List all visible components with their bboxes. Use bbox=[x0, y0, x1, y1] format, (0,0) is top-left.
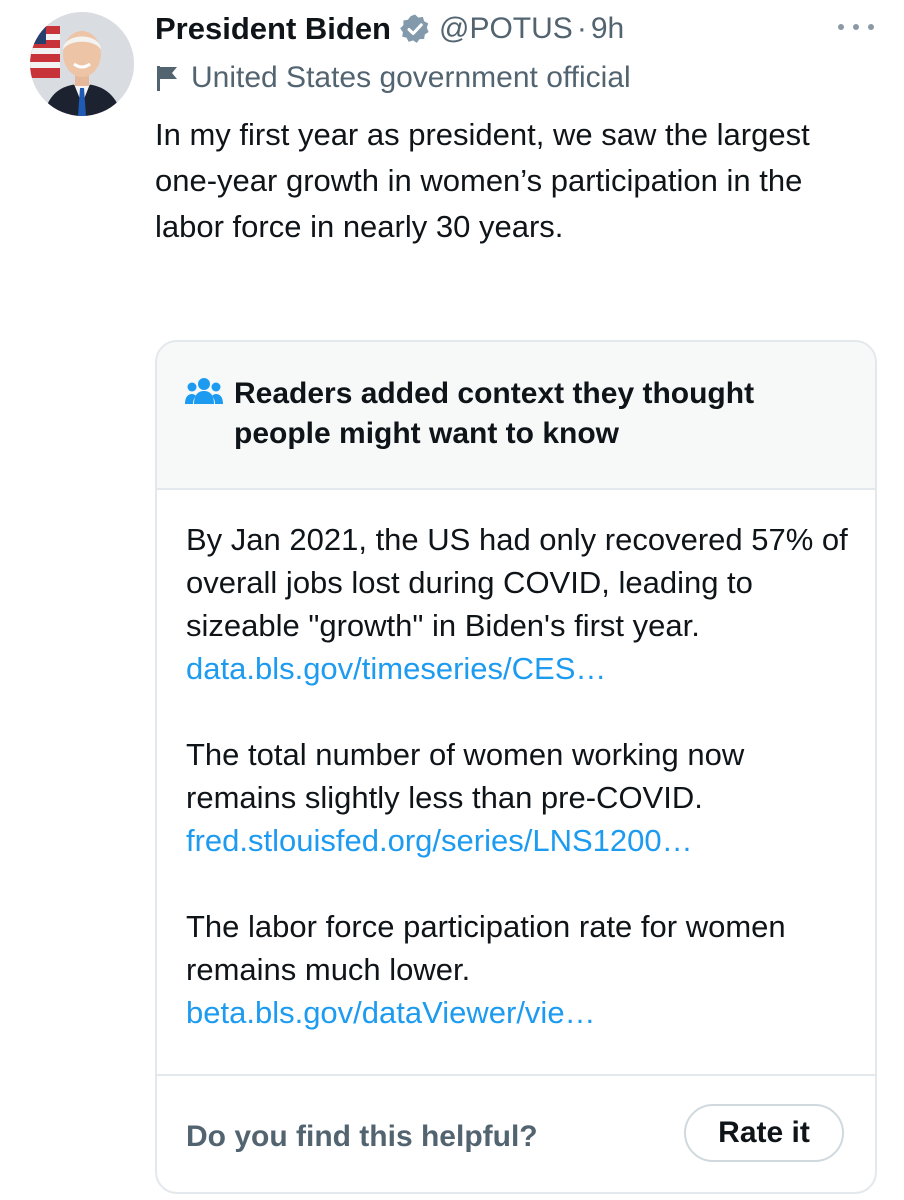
helpful-prompt: Do you find this helpful? bbox=[186, 1120, 538, 1153]
more-options-dot bbox=[838, 24, 844, 30]
source-link[interactable]: fred.stlouisfed.org/series/LNS1200… bbox=[186, 823, 693, 858]
tweet: President Biden @POTUS · 9h United State… bbox=[0, 0, 904, 1200]
author-name[interactable]: President Biden bbox=[155, 11, 391, 47]
flag-icon bbox=[157, 66, 177, 91]
separator-dot: · bbox=[576, 12, 587, 45]
note-paragraph-text: The labor force participation rate for w… bbox=[186, 909, 786, 987]
note-paragraph-text: The total number of women working now re… bbox=[186, 737, 745, 815]
people-icon bbox=[185, 378, 223, 404]
note-paragraph: The total number of women working now re… bbox=[186, 733, 856, 862]
avatar[interactable] bbox=[30, 12, 134, 116]
government-label[interactable]: United States government official bbox=[155, 58, 631, 98]
note-paragraph: The labor force participation rate for w… bbox=[186, 905, 856, 1034]
more-options-dot bbox=[868, 24, 874, 30]
rate-it-button[interactable]: Rate it bbox=[684, 1104, 844, 1162]
community-note-title: Readers added context they thought peopl… bbox=[234, 377, 755, 450]
note-paragraph-text: By Jan 2021, the US had only recovered 5… bbox=[186, 522, 848, 643]
community-note-header: Readers added context they thought peopl… bbox=[157, 342, 875, 490]
tweet-text: In my first year as president, we saw th… bbox=[155, 117, 810, 244]
community-note: Readers added context they thought peopl… bbox=[155, 340, 877, 1194]
more-options-icon[interactable] bbox=[838, 14, 874, 40]
government-label-text: United States government official bbox=[191, 61, 631, 94]
note-paragraph: By Jan 2021, the US had only recovered 5… bbox=[186, 518, 856, 690]
author-handle[interactable]: @POTUS bbox=[439, 12, 573, 46]
community-note-body: By Jan 2021, the US had only recovered 5… bbox=[186, 518, 856, 1034]
community-note-footer: Do you find this helpful? Rate it bbox=[157, 1074, 875, 1192]
timestamp[interactable]: 9h bbox=[591, 12, 624, 46]
tweet-header: President Biden @POTUS · 9h bbox=[155, 8, 624, 50]
more-options-dot bbox=[853, 24, 859, 30]
source-link[interactable]: data.bls.gov/timeseries/CES… bbox=[186, 651, 606, 686]
verified-badge-icon bbox=[399, 13, 431, 45]
avatar-image bbox=[30, 12, 134, 116]
source-link[interactable]: beta.bls.gov/dataViewer/vie… bbox=[186, 995, 596, 1030]
